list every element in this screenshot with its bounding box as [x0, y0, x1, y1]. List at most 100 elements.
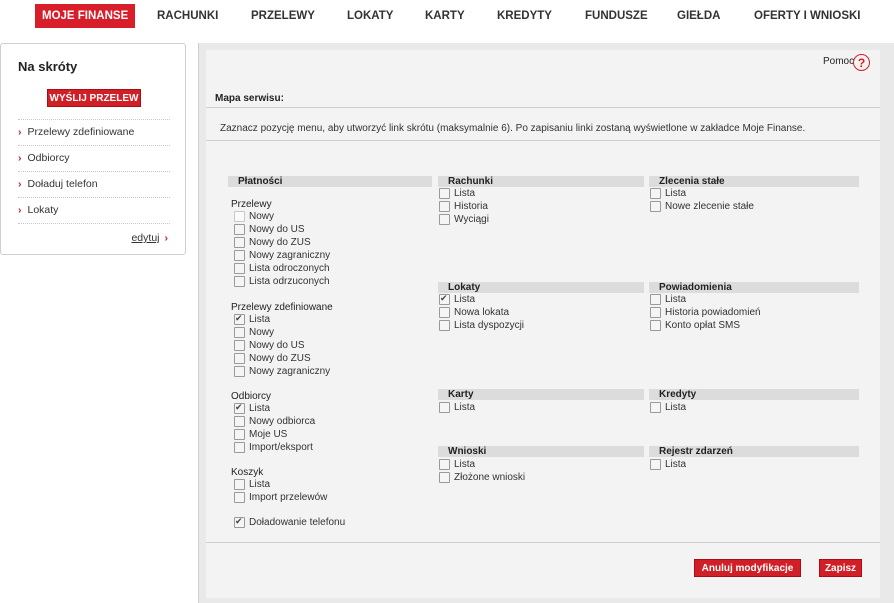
sidebar-item-doladuj-telefon[interactable]: › Doładuj telefon: [18, 171, 170, 197]
option-odbiorcy-import-eksport[interactable]: Import/eksport: [234, 442, 313, 454]
group-header-rachunki: Rachunki: [438, 176, 644, 187]
checkbox[interactable]: [234, 442, 245, 453]
option-odbiorcy-nowy-odbiorca[interactable]: Nowy odbiorca: [234, 416, 315, 428]
option-rachunki-historia[interactable]: Historia: [439, 201, 488, 213]
checkbox[interactable]: [650, 320, 661, 331]
checkbox[interactable]: [650, 307, 661, 318]
edit-shortcuts-link[interactable]: edytuj ›: [131, 232, 168, 244]
option-zlecenia-lista[interactable]: Lista: [650, 188, 686, 200]
checkbox[interactable]: [439, 307, 450, 318]
help-icon[interactable]: ?: [853, 54, 870, 71]
option-rejestr-lista[interactable]: Lista: [650, 459, 686, 471]
nav-przelewy[interactable]: PRZELEWY: [251, 4, 315, 28]
divider: [206, 542, 880, 543]
checkbox[interactable]: [234, 276, 245, 287]
option-wnioski-lista[interactable]: Lista: [439, 459, 475, 471]
chevron-right-icon: ›: [164, 232, 169, 244]
group-header-karty: Karty: [438, 389, 644, 400]
option-odbiorcy-lista[interactable]: Lista: [234, 402, 270, 415]
group-header-lokaty: Lokaty: [438, 282, 644, 293]
option-zlecenia-nowe[interactable]: Nowe zlecenie stałe: [650, 201, 754, 213]
checkbox[interactable]: [234, 327, 245, 338]
option-przelewy-nowy-zagraniczny[interactable]: Nowy zagraniczny: [234, 250, 330, 262]
checkbox[interactable]: [234, 402, 245, 414]
cancel-modifications-button[interactable]: Anuluj modyfikacje: [694, 559, 801, 577]
checkbox[interactable]: [234, 313, 245, 325]
nav-fundusze[interactable]: FUNDUSZE: [585, 4, 648, 28]
checkbox[interactable]: [439, 201, 450, 212]
option-rachunki-wyciagi[interactable]: Wyciągi: [439, 214, 489, 226]
checkbox[interactable]: [234, 516, 245, 528]
option-przelewy-zdef-nowy-do-us[interactable]: Nowy do US: [234, 340, 305, 352]
checkbox[interactable]: [234, 263, 245, 274]
checkbox[interactable]: [439, 293, 450, 305]
nav-gielda[interactable]: GIEŁDA: [677, 4, 720, 28]
option-koszyk-lista[interactable]: Lista: [234, 479, 270, 491]
checkbox[interactable]: [234, 250, 245, 261]
checkbox[interactable]: [439, 402, 450, 413]
option-wnioski-zlozone[interactable]: Złożone wnioski: [439, 472, 525, 484]
help-link[interactable]: Pomoc: [823, 56, 854, 67]
nav-karty[interactable]: KARTY: [425, 4, 465, 28]
option-powiadomienia-lista[interactable]: Lista: [650, 294, 686, 306]
checkbox[interactable]: [234, 366, 245, 377]
option-doladowanie-telefonu[interactable]: Doładowanie telefonu: [234, 516, 345, 529]
option-kredyty-lista[interactable]: Lista: [650, 402, 686, 414]
checkbox[interactable]: [650, 459, 661, 470]
checkbox[interactable]: [439, 188, 450, 199]
group-header-kredyty: Kredyty: [649, 389, 859, 400]
group-header-zlecenia-stale: Zlecenia stałe: [649, 176, 859, 187]
nav-rachunki[interactable]: RACHUNKI: [157, 4, 218, 28]
group-header-wnioski: Wnioski: [438, 446, 644, 457]
checkbox[interactable]: [234, 429, 245, 440]
option-przelewy-lista-odrzuconych[interactable]: Lista odrzuconych: [234, 276, 330, 288]
sidebar-item-lokaty[interactable]: › Lokaty: [18, 197, 170, 223]
checkbox[interactable]: [650, 402, 661, 413]
nav-moje-finanse[interactable]: MOJE FINANSE: [35, 4, 136, 28]
checkbox[interactable]: [439, 472, 450, 483]
checkbox[interactable]: [650, 188, 661, 199]
checkbox[interactable]: [234, 479, 245, 490]
nav-lokaty[interactable]: LOKATY: [347, 4, 393, 28]
checkbox[interactable]: [439, 214, 450, 225]
divider: [206, 107, 880, 108]
option-lokaty-lista[interactable]: Lista: [439, 293, 475, 306]
checkbox[interactable]: [234, 353, 245, 364]
shortcuts-sidebar: Na skróty WYŚLIJ PRZELEW › Przelewy zdefi…: [0, 43, 186, 255]
option-przelewy-zdef-nowy-zagraniczny[interactable]: Nowy zagraniczny: [234, 366, 330, 378]
subgroup-przelewy-zdefiniowane: Przelewy zdefiniowane: [231, 302, 333, 313]
option-przelewy-nowy[interactable]: Nowy: [234, 211, 274, 223]
send-transfer-button[interactable]: WYŚLIJ PRZELEW: [47, 89, 141, 107]
checkbox[interactable]: [439, 459, 450, 470]
checkbox[interactable]: [234, 237, 245, 248]
option-powiadomienia-historia[interactable]: Historia powiadomień: [650, 307, 761, 319]
option-przelewy-nowy-do-zus[interactable]: Nowy do ZUS: [234, 237, 311, 249]
checkbox[interactable]: [650, 201, 661, 212]
save-button[interactable]: Zapisz: [819, 559, 862, 577]
option-koszyk-import-przelewow[interactable]: Import przelewów: [234, 492, 327, 504]
option-przelewy-zdef-nowy-do-zus[interactable]: Nowy do ZUS: [234, 353, 311, 365]
checkbox[interactable]: [234, 211, 245, 222]
checkbox[interactable]: [234, 340, 245, 351]
sidebar-item-przelewy-zdefiniowane[interactable]: › Przelewy zdefiniowane: [18, 119, 170, 145]
subgroup-przelewy: Przelewy: [231, 199, 272, 210]
checkbox[interactable]: [650, 294, 661, 305]
option-przelewy-zdef-lista[interactable]: Lista: [234, 313, 270, 326]
option-lokaty-lista-dyspozycji[interactable]: Lista dyspozycji: [439, 320, 524, 332]
checkbox[interactable]: [234, 416, 245, 427]
sidebar-item-odbiorcy[interactable]: › Odbiorcy: [18, 145, 170, 171]
option-przelewy-nowy-do-us[interactable]: Nowy do US: [234, 224, 305, 236]
option-karty-lista[interactable]: Lista: [439, 402, 475, 414]
checkbox[interactable]: [234, 492, 245, 503]
option-odbiorcy-moje-us[interactable]: Moje US: [234, 429, 287, 441]
nav-kredyty[interactable]: KREDYTY: [497, 4, 552, 28]
option-lokaty-nowa-lokata[interactable]: Nowa lokata: [439, 307, 509, 319]
checkbox[interactable]: [234, 224, 245, 235]
nav-oferty-i-wnioski[interactable]: OFERTY I WNIOSKI: [754, 4, 861, 28]
option-przelewy-lista-odroczonych[interactable]: Lista odroczonych: [234, 263, 330, 275]
option-rachunki-lista[interactable]: Lista: [439, 188, 475, 200]
checkbox[interactable]: [439, 320, 450, 331]
option-przelewy-zdef-nowy[interactable]: Nowy: [234, 327, 274, 339]
subgroup-odbiorcy: Odbiorcy: [231, 391, 272, 402]
option-powiadomienia-konto-sms[interactable]: Konto opłat SMS: [650, 320, 740, 332]
